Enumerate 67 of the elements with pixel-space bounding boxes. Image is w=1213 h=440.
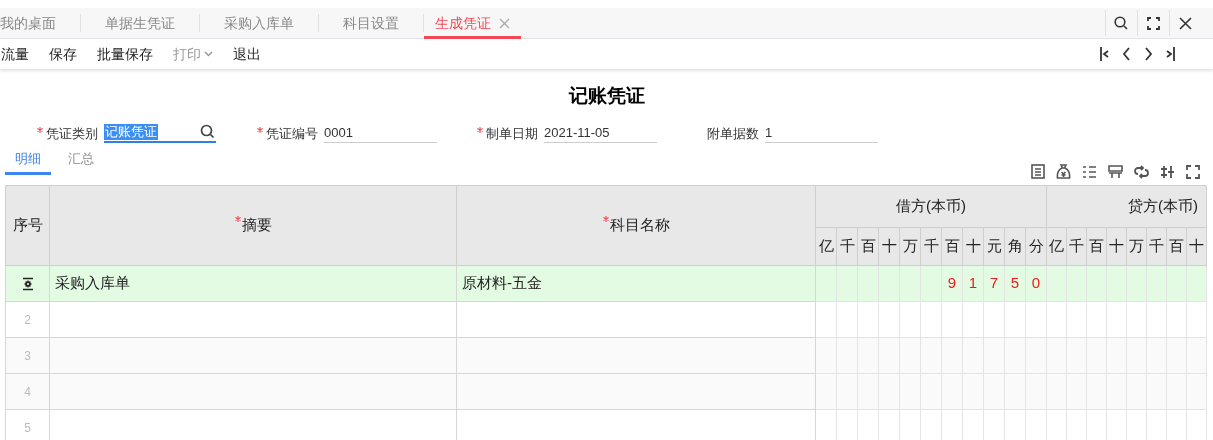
chevron-left-icon [1121, 46, 1132, 62]
amount-digit: 1 [968, 274, 978, 292]
toolbar-button[interactable]: 流量 [1, 43, 29, 65]
required-icon [234, 216, 241, 223]
input-field[interactable]: 记账凭证 [104, 123, 216, 143]
field-label: 凭证编号 [257, 123, 318, 143]
tab[interactable]: 我的桌面 [0, 8, 80, 39]
required-icon [37, 126, 43, 133]
tab[interactable]: 生成凭证 [424, 8, 521, 39]
column-header: 贷方(本币) [1046, 185, 1207, 228]
sub-tab[interactable]: 明细 [5, 148, 51, 175]
input-field[interactable]: 1 [765, 123, 878, 143]
row-settings-icon[interactable] [20, 277, 35, 292]
tab[interactable]: 科目设置 [319, 8, 423, 39]
chevron-right-icon [1143, 46, 1154, 62]
row-number: 5 [24, 420, 31, 435]
table-row[interactable]: 采购入库单 原材料-五金 9 1 7 5 0 [5, 265, 1207, 302]
table-cell: 原材料-五金 [462, 274, 542, 292]
column-header: 借方(本币) [815, 185, 1047, 228]
search-icon[interactable] [200, 124, 216, 140]
search-icon [1114, 15, 1129, 31]
previous-button[interactable] [1121, 46, 1132, 62]
list-edit-icon [1031, 164, 1045, 179]
fullscreen-icon [1147, 16, 1160, 30]
column-header: 摘要 [49, 185, 457, 266]
caret-icon [204, 51, 213, 57]
table-row[interactable]: 5 [5, 409, 1207, 440]
required-icon [602, 216, 609, 223]
table-row[interactable]: 2 [5, 301, 1207, 338]
adjust-icon [1160, 164, 1175, 179]
tab[interactable]: 单据生凭证 [81, 8, 199, 39]
input-field[interactable]: 2021-11-05 [544, 123, 657, 143]
row-number: 2 [24, 312, 31, 327]
toolbar-button[interactable]: 批量保存 [97, 43, 153, 65]
money-bag-icon [1056, 164, 1071, 179]
last-page-icon [1165, 46, 1176, 62]
row-number: 3 [24, 348, 31, 363]
input-field[interactable]: 0001 [324, 123, 437, 143]
next-button[interactable] [1143, 46, 1154, 62]
amount-digit: 5 [1010, 274, 1020, 292]
toolbar-button[interactable]: 保存 [49, 43, 77, 65]
table-row[interactable]: 4 [5, 373, 1207, 410]
required-icon [477, 126, 483, 133]
toolbar-button[interactable]: 退出 [233, 43, 261, 65]
column-header: 序号 [5, 185, 50, 266]
field-label: 凭证类别 [37, 123, 98, 143]
swap-icon [1134, 164, 1149, 179]
first-page-icon [1099, 46, 1110, 62]
voucher-title: 记账凭证 [568, 83, 645, 108]
close-icon [1179, 16, 1192, 30]
sub-tab[interactable]: 汇总 [57, 148, 105, 175]
row-number: 4 [24, 384, 31, 399]
table-cell: 采购入库单 [55, 274, 130, 292]
amount-digit: 9 [947, 274, 957, 292]
list-icon [1082, 164, 1097, 179]
field-label: 制单日期 [477, 123, 538, 143]
last-page-button[interactable] [1165, 46, 1176, 62]
amount-digit: 7 [989, 274, 999, 292]
column-header: 科目名称 [456, 185, 816, 266]
columns-icon [1108, 164, 1123, 179]
amount-digit: 0 [1031, 274, 1041, 292]
required-icon [257, 126, 263, 133]
fullscreen-icon [1186, 164, 1200, 179]
tab[interactable]: 采购入库单 [200, 8, 318, 39]
field-label: 附单据数 [707, 124, 759, 143]
first-page-button[interactable] [1099, 46, 1110, 62]
table-row[interactable]: 3 [5, 337, 1207, 374]
